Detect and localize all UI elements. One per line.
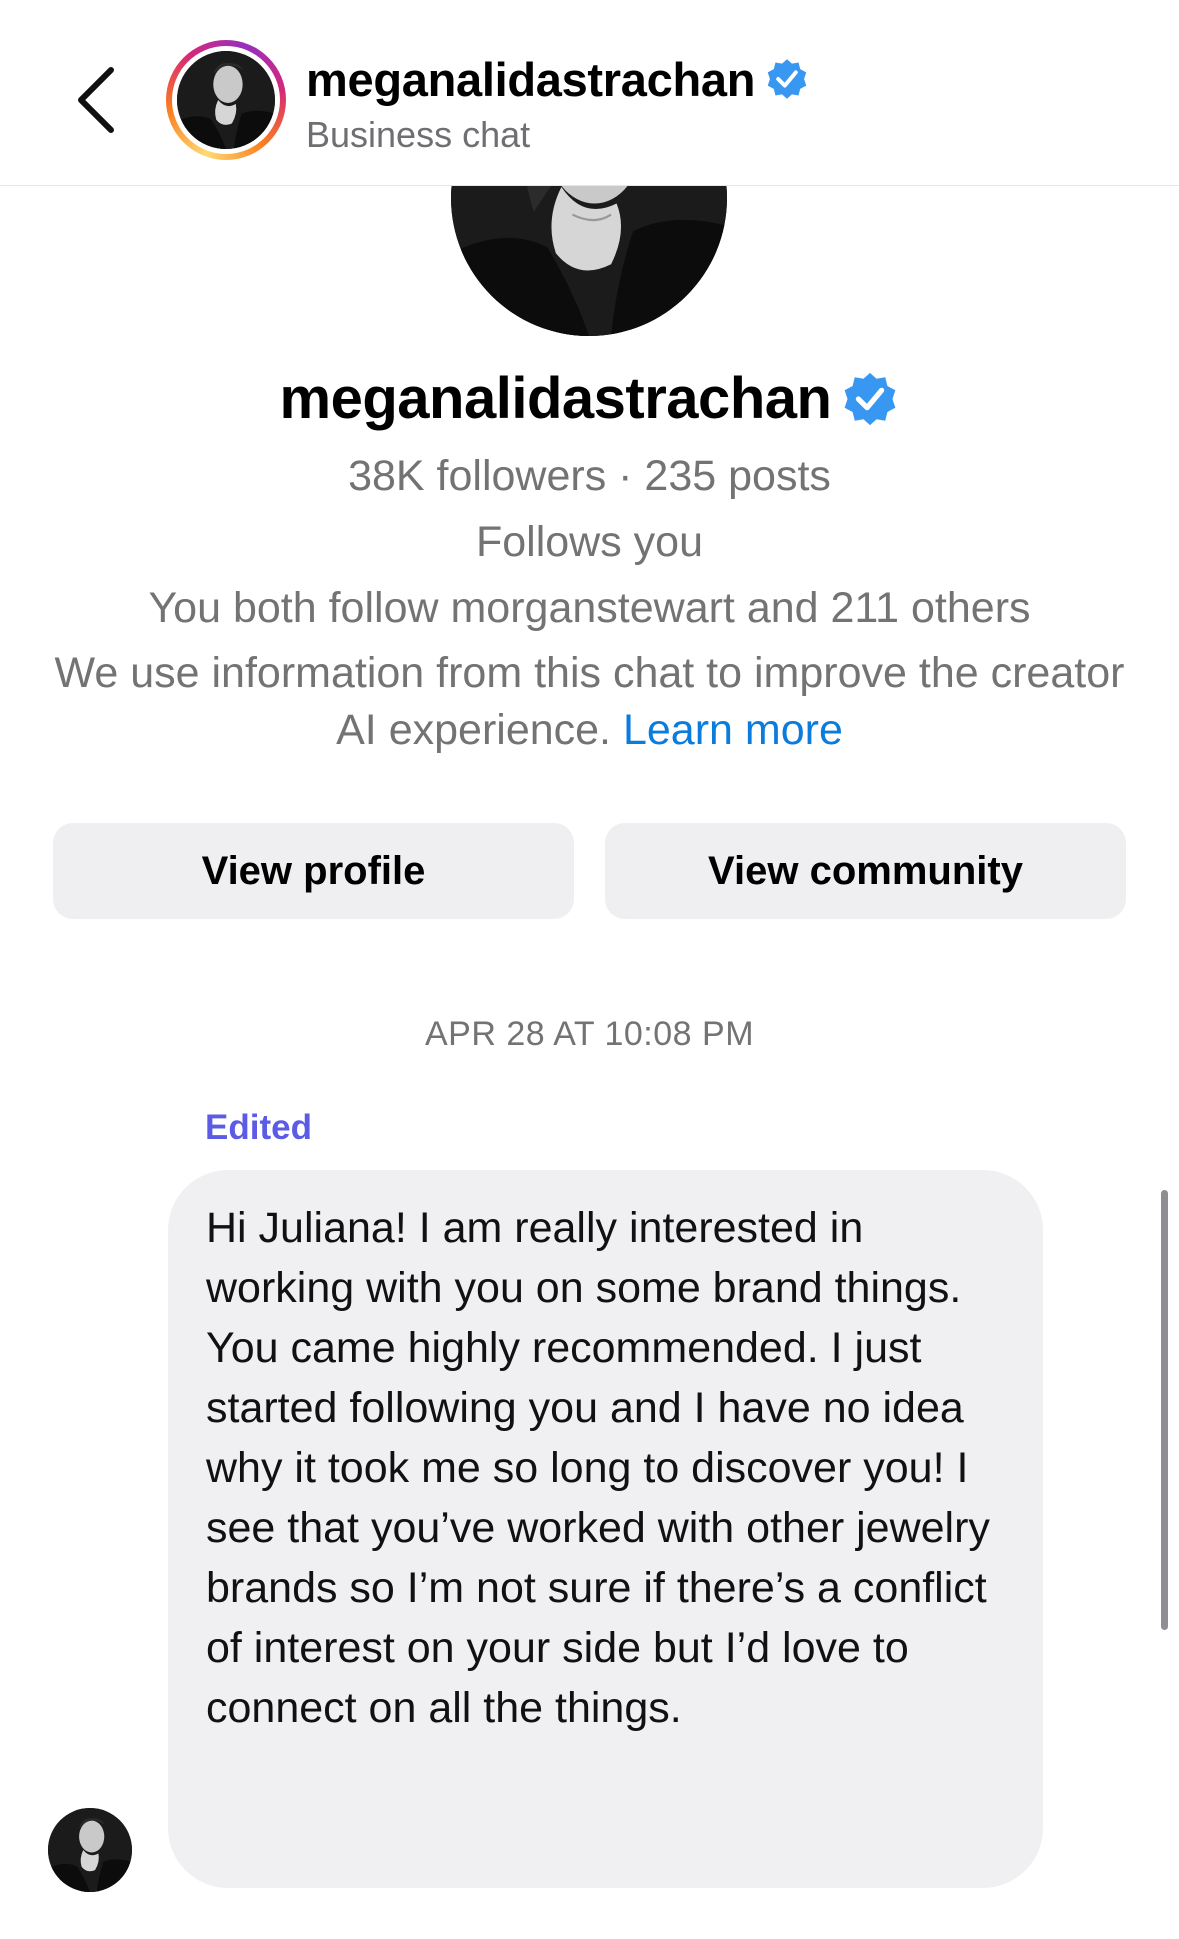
profile-username: meganalidastrachan (279, 366, 832, 431)
follows-you-label: Follows you (475, 518, 704, 566)
message-text: Hi Juliana! I am really interested in wo… (206, 1204, 990, 1732)
chat-header: meganalidastrachan Business chat (0, 0, 1179, 186)
view-profile-button[interactable]: View profile (53, 823, 574, 919)
ai-info-message: We use information from this chat to imp… (54, 649, 1125, 754)
verified-badge-icon (767, 59, 807, 99)
ai-info-text: We use information from this chat to imp… (50, 645, 1129, 759)
header-subtitle: Business chat (306, 114, 531, 155)
header-username: meganalidastrachan (306, 52, 756, 106)
mutual-followers: You both follow morganstewart and 211 ot… (148, 584, 1031, 632)
message-bubble[interactable]: Hi Juliana! I am really interested in wo… (168, 1170, 1043, 1888)
message-timestamp: APR 28 AT 10:08 PM (424, 1015, 755, 1053)
sender-avatar[interactable] (48, 1808, 132, 1892)
edited-label[interactable]: Edited (205, 1108, 312, 1148)
profile-name: meganalidastrachan (0, 365, 1179, 432)
back-button[interactable] (60, 60, 130, 140)
profile-stats: 38K followers · 235 posts (348, 452, 831, 500)
learn-more-link[interactable]: Learn more (623, 706, 843, 754)
verified-badge-icon (845, 372, 896, 425)
scrollbar[interactable] (1161, 1190, 1168, 1630)
header-title[interactable]: meganalidastrachan (306, 48, 809, 110)
chat-screen: meganalidastrachan Business chat meganal… (0, 0, 1179, 1939)
portrait-image (48, 1808, 132, 1892)
view-community-button[interactable]: View community (605, 823, 1126, 919)
chevron-left-icon (78, 67, 114, 133)
header-avatar[interactable] (166, 40, 286, 160)
portrait-image (177, 51, 275, 149)
